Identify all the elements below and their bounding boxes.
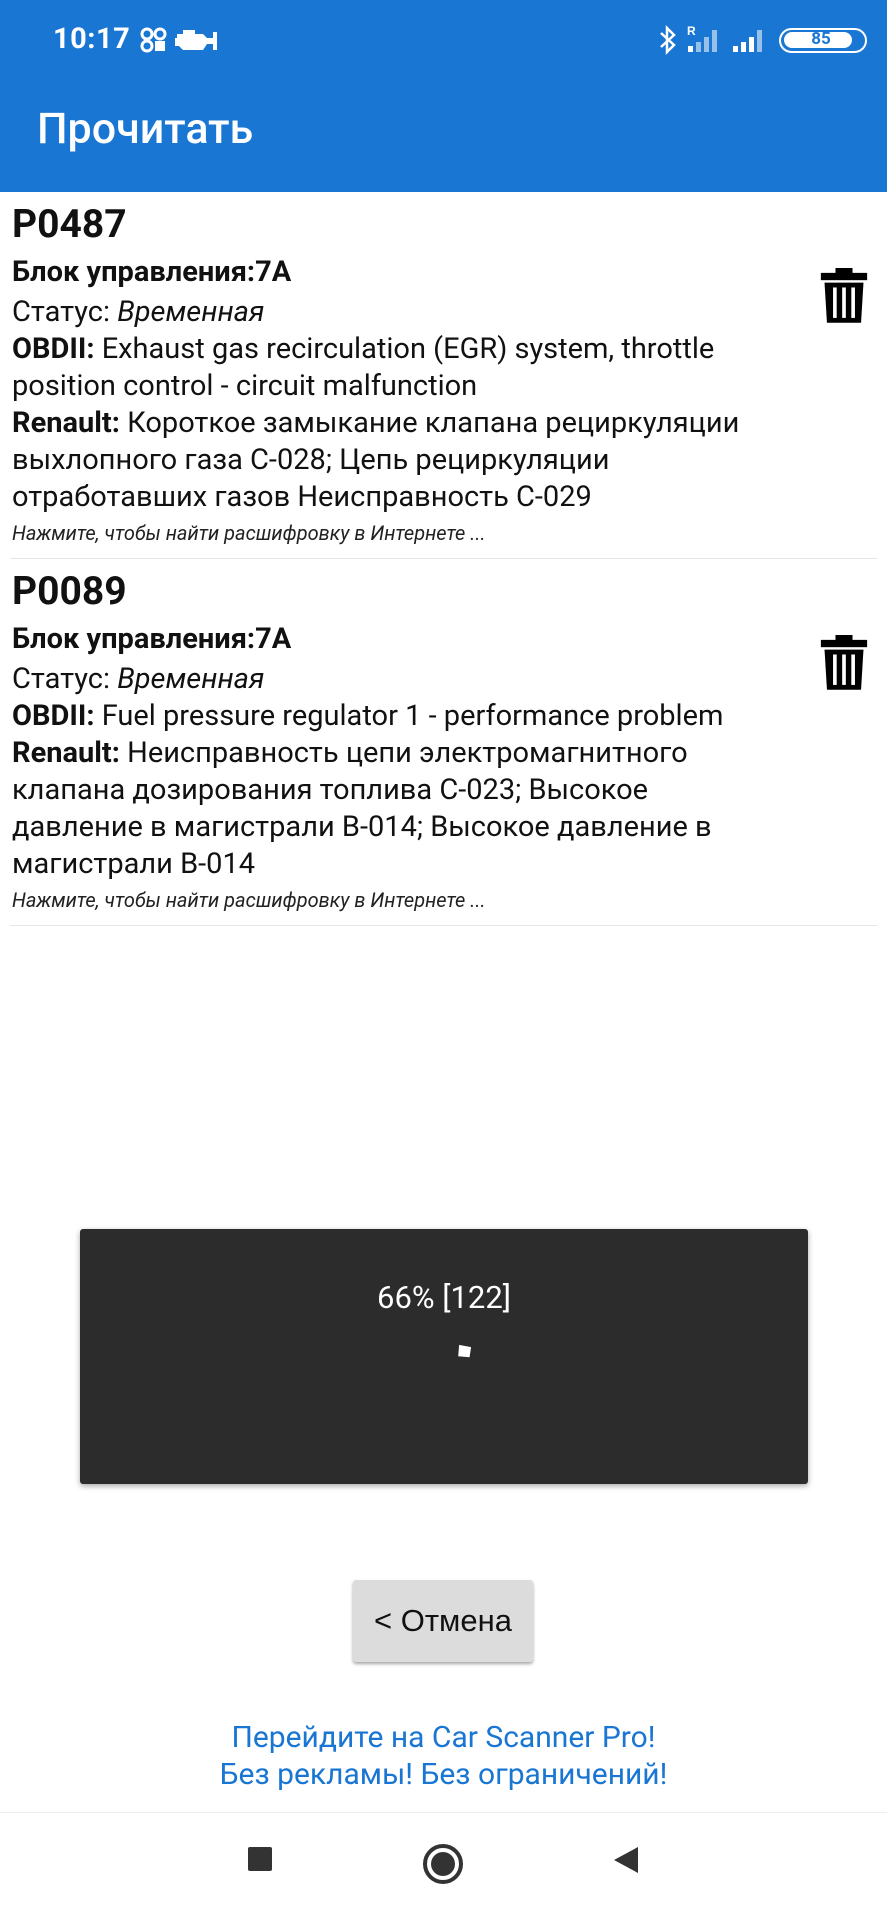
dtc-item[interactable]: P0089 Блок управления:7A Статус: Временн…	[10, 559, 877, 926]
progress-text: 66% [122]	[377, 1279, 511, 1316]
pro-upgrade-link[interactable]: Перейдите на Car Scanner Pro! Без реклам…	[0, 1719, 887, 1793]
manufacturer-description: Renault: Короткое замыкание клапана реци…	[12, 406, 740, 514]
promo-line-1: Перейдите на Car Scanner Pro!	[231, 1720, 656, 1755]
signal-icon: R	[687, 24, 717, 52]
obd-description: OBDII: Fuel pressure regulator 1 - perfo…	[12, 699, 724, 733]
navigation-bar	[0, 1812, 887, 1921]
cancel-button[interactable]: < Отмена	[353, 1580, 533, 1662]
status-line: Статус: Временная	[12, 295, 265, 329]
page-title: Прочитать	[37, 104, 254, 154]
notification-icon	[140, 27, 167, 53]
obd-description: OBDII: Exhaust gas recirculation (EGR) s…	[12, 332, 715, 403]
status-line: Статус: Временная	[12, 662, 265, 696]
ecu-line: Блок управления:7A	[12, 622, 292, 656]
status-time: 10:17	[53, 22, 131, 56]
search-online-link[interactable]: Нажмите, чтобы найти расшифровку в Интер…	[12, 885, 875, 915]
trash-icon[interactable]	[819, 268, 869, 324]
triangle-back-icon[interactable]	[610, 1845, 640, 1875]
battery-icon: 85	[779, 28, 867, 53]
ecu-value: 7A	[255, 255, 292, 289]
app-bar: Прочитать	[0, 80, 887, 192]
search-online-link[interactable]: Нажмите, чтобы найти расшифровку в Интер…	[12, 518, 875, 548]
status-value: Временная	[117, 662, 265, 696]
status-bar: 10:17 R 85	[0, 0, 887, 80]
promo-line-2: Без рекламы! Без ограничений!	[219, 1757, 668, 1792]
ecu-value: 7A	[255, 622, 292, 656]
signal-icon	[733, 30, 762, 52]
dtc-code: P0089	[12, 568, 127, 614]
circle-home-icon[interactable]	[422, 1843, 464, 1885]
trash-icon[interactable]	[819, 635, 869, 691]
svg-text:R: R	[687, 24, 696, 38]
loading-spinner-icon	[458, 1344, 472, 1358]
bluetooth-icon	[660, 24, 676, 56]
status-value: Временная	[117, 295, 265, 329]
square-recents-icon[interactable]	[246, 1845, 274, 1873]
manufacturer-description: Renault: Неисправность цепи электромагни…	[12, 736, 712, 881]
dtc-item[interactable]: P0487 Блок управления:7A Статус: Временн…	[10, 192, 877, 559]
progress-dialog: 66% [122]	[80, 1229, 808, 1484]
dtc-list: P0487 Блок управления:7A Статус: Временн…	[0, 192, 887, 926]
engine-icon	[175, 30, 217, 50]
ecu-line: Блок управления:7A	[12, 255, 292, 289]
battery-level: 85	[811, 29, 831, 49]
dtc-code: P0487	[12, 201, 127, 247]
